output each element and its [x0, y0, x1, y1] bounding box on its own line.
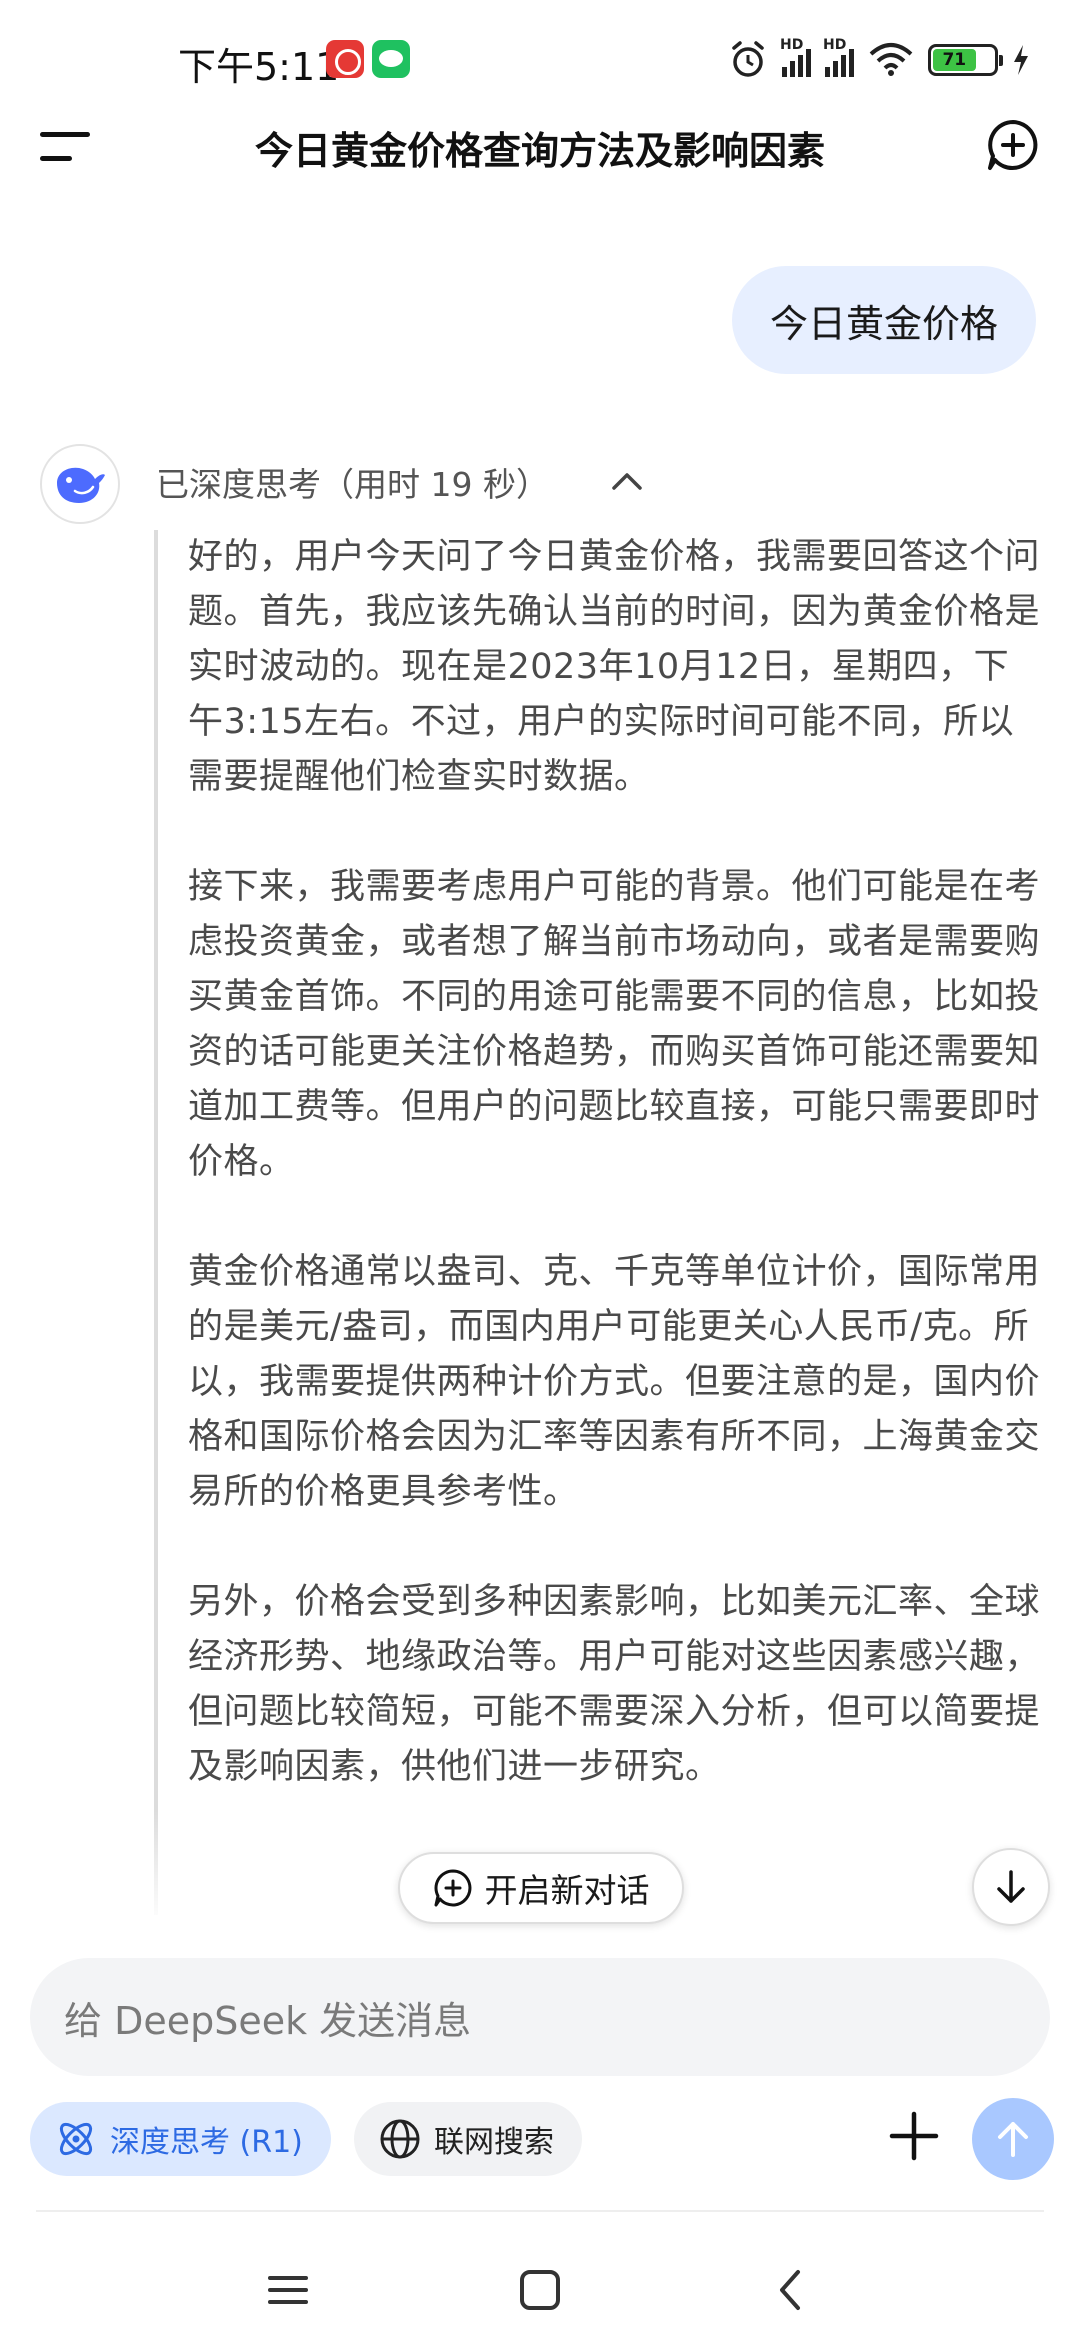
signal-icon: HD [823, 37, 854, 77]
thinking-paragraph: 另外，价格会受到多种因素影响，比如美元汇率、全球经济形势、地缘政治等。用户可能对… [188, 1582, 1040, 1787]
thinking-content: 好的，用户今天问了今日黄金价格，我需要回答这个问题。首先，我应该先确认当前的时间… [154, 530, 1040, 1915]
status-time: 下午5:11 [178, 45, 340, 89]
new-chat-icon [434, 1869, 471, 1907]
back-icon[interactable] [762, 2260, 822, 2320]
message-input[interactable]: 给 DeepSeek 发送消息 [30, 1958, 1050, 2076]
new-chat-icon[interactable] [986, 118, 1040, 172]
chevron-up-icon[interactable] [608, 462, 646, 500]
app-notification-icon [326, 40, 364, 78]
page-title: 今日黄金价格查询方法及影响因素 [254, 129, 825, 173]
atom-icon [59, 2122, 93, 2156]
home-icon[interactable] [510, 2260, 570, 2320]
arrow-up-icon [998, 2122, 1028, 2157]
thinking-paragraph: 好的，用户今天问了今日黄金价格，我需要回答这个问题。首先，我应该先确认当前的时间… [188, 537, 1040, 797]
plus-icon[interactable] [884, 2106, 944, 2166]
deep-think-toggle[interactable]: 深度思考 (R1) [30, 2102, 331, 2176]
deep-think-label: 深度思考 (R1) [110, 2125, 303, 2160]
charging-icon [1014, 45, 1028, 75]
user-message-bubble: 今日黄金价格 [731, 266, 1036, 374]
battery-level: 71 [933, 49, 976, 71]
network-hd-label: HD [780, 37, 804, 53]
thinking-status-label[interactable]: 已深度思考（用时 19 秒） [156, 458, 549, 506]
thinking-paragraph: 黄金价格通常以盎司、克、千克等单位计价，国际常用的是美元/盎司，而国内用户可能更… [188, 1252, 1040, 1512]
new-conversation-label: 开启新对话 [484, 1871, 650, 1910]
battery-icon: 71 [928, 44, 1003, 76]
wechat-icon [372, 40, 410, 78]
thinking-paragraph: 接下来，我需要考虑用户可能的背景。他们可能是在考虑投资黄金，或者想了解当前市场动… [188, 867, 1040, 1182]
deepseek-logo-icon [40, 444, 120, 524]
arrow-down-icon [997, 1870, 1025, 1903]
alarm-icon [732, 41, 764, 77]
network-hd-label: HD [823, 37, 847, 53]
system-nav-bar [0, 2240, 1080, 2340]
web-search-label: 联网搜索 [434, 2125, 554, 2160]
status-bar: 下午5:11 HD HD 71 [0, 0, 1080, 120]
top-bar: 今日黄金价格查询方法及影响因素 [0, 112, 1080, 176]
status-icons: HD HD 71 [728, 37, 1030, 82]
recent-apps-icon[interactable] [258, 2260, 318, 2320]
web-search-toggle[interactable]: 联网搜索 [354, 2102, 582, 2176]
globe-icon [380, 2119, 420, 2159]
wifi-icon [869, 43, 913, 76]
new-conversation-button[interactable]: 开启新对话 [398, 1852, 684, 1924]
divider [36, 2210, 1044, 2212]
signal-icon: HD [780, 37, 811, 77]
send-button[interactable] [972, 2098, 1054, 2180]
scroll-to-bottom-button[interactable] [972, 1848, 1050, 1926]
